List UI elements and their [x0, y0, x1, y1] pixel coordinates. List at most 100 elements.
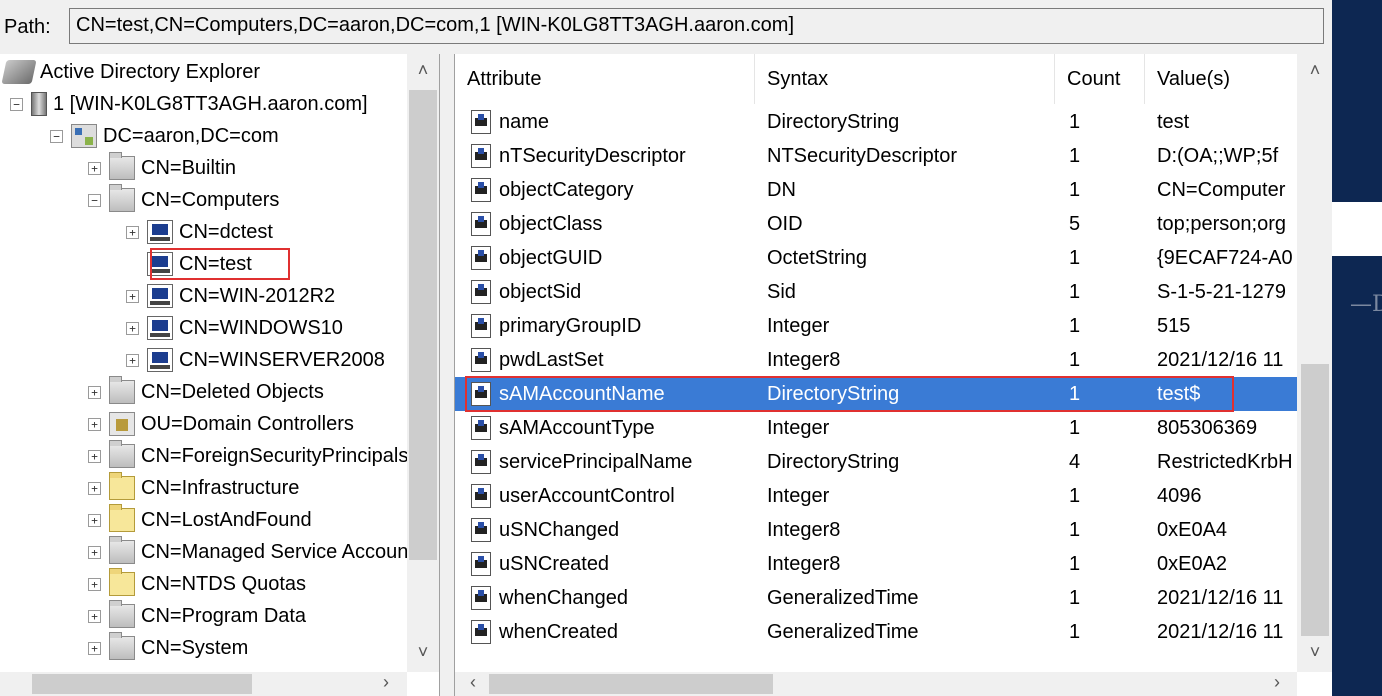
attribute-icon — [471, 416, 491, 440]
attribute-row[interactable]: objectCategory DN 1 CN=Computer — [455, 173, 1297, 207]
tree-node[interactable]: + CN=System — [88, 632, 248, 664]
attribute-value: 2021/12/16 11 — [1157, 349, 1284, 371]
expand-icon[interactable]: + — [88, 609, 101, 623]
folder-icon — [109, 536, 135, 564]
attribute-row[interactable]: uSNChanged Integer8 1 0xE0A4 — [455, 513, 1297, 547]
attribute-count: 1 — [1069, 349, 1081, 371]
column-header-syntax[interactable]: Syntax — [755, 54, 1055, 104]
yellow-folder-icon — [109, 504, 135, 532]
attribute-value: 0xE0A4 — [1157, 519, 1228, 541]
tree-node-label: CN=dctest — [179, 220, 273, 243]
attribute-name: objectGUID — [499, 247, 603, 269]
expand-icon[interactable]: + — [126, 225, 139, 239]
tree-horizontal-scrollbar[interactable]: › — [0, 672, 407, 696]
tree-connection[interactable]: − 1 [WIN-K0LG8TT3AGH.aaron.com] — [10, 88, 368, 120]
path-label: Path: — [4, 16, 51, 38]
path-input[interactable]: CN=test,CN=Computers,DC=aaron,DC=com,1 [… — [69, 8, 1324, 44]
expand-icon[interactable]: + — [88, 417, 101, 431]
ad-explorer-window: Path: CN=test,CN=Computers,DC=aaron,DC=c… — [0, 0, 1332, 696]
folder-icon — [109, 184, 135, 212]
tree-node-label: CN=Managed Service Accounts — [141, 540, 424, 563]
attribute-syntax: DirectoryString — [767, 111, 900, 133]
tree-root[interactable]: Active Directory Explorer — [1, 56, 260, 88]
list-vertical-scrollbar[interactable]: ˄ ˅ — [1297, 54, 1332, 672]
expand-icon[interactable]: + — [88, 641, 101, 655]
attribute-row[interactable]: uSNCreated Integer8 1 0xE0A2 — [455, 547, 1297, 581]
column-header-count[interactable]: Count — [1055, 54, 1145, 104]
attribute-count: 1 — [1069, 145, 1081, 167]
expand-icon[interactable]: + — [88, 481, 101, 495]
expand-icon[interactable]: + — [88, 577, 101, 591]
tree-domain[interactable]: − DC=aaron,DC=com — [50, 120, 279, 152]
tree-node[interactable]: + CN=Managed Service Accounts — [88, 536, 424, 568]
scroll-left-icon[interactable]: ‹ — [459, 672, 487, 693]
scroll-up-icon[interactable]: ˄ — [409, 60, 437, 81]
tree-node[interactable]: + CN=WIN-2012R2 — [126, 280, 335, 312]
expand-icon[interactable]: + — [88, 449, 101, 463]
attribute-row[interactable]: primaryGroupID Integer 1 515 — [455, 309, 1297, 343]
tree-node[interactable]: + CN=ForeignSecurityPrincipals — [88, 440, 408, 472]
scroll-right-icon[interactable]: › — [1263, 672, 1291, 693]
attribute-row[interactable]: sAMAccountType Integer 1 805306369 — [455, 411, 1297, 445]
attribute-syntax: GeneralizedTime — [767, 587, 919, 609]
tree-node[interactable]: + CN=Deleted Objects — [88, 376, 324, 408]
tree-node[interactable]: − CN=Computers — [88, 184, 279, 216]
tree-node[interactable]: + CN=WINDOWS10 — [126, 312, 343, 344]
attribute-syntax: DN — [767, 179, 796, 201]
expand-icon[interactable]: + — [126, 321, 139, 335]
expand-icon[interactable]: + — [126, 353, 139, 367]
list-horizontal-scrollbar[interactable]: ‹ › — [455, 672, 1297, 696]
expand-icon[interactable]: + — [88, 161, 101, 175]
tree-vertical-scrollbar[interactable]: ˄ ˅ — [407, 54, 439, 672]
attribute-row[interactable]: objectClass OID 5 top;person;org — [455, 207, 1297, 241]
tree-hscroll-thumb[interactable] — [32, 674, 252, 694]
tree-node[interactable]: + OU=Domain Controllers — [88, 408, 354, 440]
attribute-count: 1 — [1069, 179, 1081, 201]
attribute-name: pwdLastSet — [499, 349, 604, 371]
attribute-icon — [471, 110, 491, 134]
tree-node[interactable]: + CN=Builtin — [88, 152, 236, 184]
attribute-row[interactable]: nTSecurityDescriptor NTSecurityDescriptor… — [455, 139, 1297, 173]
list-vscroll-thumb[interactable] — [1301, 364, 1329, 636]
tree-vscroll-thumb[interactable] — [409, 90, 437, 560]
tree-node[interactable]: + CN=NTDS Quotas — [88, 568, 306, 600]
attribute-count: 1 — [1069, 247, 1081, 269]
attribute-row[interactable]: whenChanged GeneralizedTime 1 2021/12/16 11 — [455, 581, 1297, 615]
attribute-count: 1 — [1069, 281, 1081, 303]
expand-icon[interactable]: + — [126, 289, 139, 303]
expand-icon[interactable]: + — [88, 385, 101, 399]
scroll-down-icon[interactable]: ˅ — [409, 642, 437, 663]
attribute-row[interactable]: userAccountControl Integer 1 4096 — [455, 479, 1297, 513]
scroll-down-icon[interactable]: ˅ — [1301, 642, 1329, 663]
attribute-row[interactable]: name DirectoryString 1 test — [455, 105, 1297, 139]
scroll-up-icon[interactable]: ˄ — [1301, 60, 1329, 81]
expand-icon[interactable]: + — [88, 545, 101, 559]
attribute-row[interactable]: servicePrincipalName DirectoryString 4 Rest… — [455, 445, 1297, 479]
attribute-value: RestrictedKrbH — [1157, 451, 1293, 473]
attribute-icon — [471, 450, 491, 474]
attribute-row[interactable]: pwdLastSet Integer8 1 2021/12/16 11 — [455, 343, 1297, 377]
attribute-row[interactable]: objectGUID OctetString 1 {9ECAF724-A0 — [455, 241, 1297, 275]
collapse-icon[interactable]: − — [10, 97, 23, 111]
tree-node[interactable]: + CN=LostAndFound — [88, 504, 312, 536]
column-header-attribute[interactable]: Attribute — [455, 54, 755, 104]
folder-icon — [109, 376, 135, 404]
collapse-icon[interactable]: − — [50, 129, 63, 143]
attribute-row[interactable]: whenCreated GeneralizedTime 1 2021/12/16 11 — [455, 615, 1297, 649]
tree-node[interactable]: + CN=Program Data — [88, 600, 306, 632]
attribute-count: 1 — [1069, 587, 1081, 609]
ou-icon — [109, 412, 135, 436]
attribute-icon — [471, 348, 491, 372]
expand-icon[interactable]: + — [88, 513, 101, 527]
attribute-icon — [471, 620, 491, 644]
column-header-values[interactable]: Value(s) — [1145, 54, 1297, 104]
tree-node[interactable]: + CN=Infrastructure — [88, 472, 299, 504]
attribute-row[interactable]: objectSid Sid 1 S-1-5-21-1279 — [455, 275, 1297, 309]
list-hscroll-thumb[interactable] — [489, 674, 773, 694]
tree-node[interactable]: + CN=WINSERVER2008 — [126, 344, 385, 376]
tree-node[interactable]: + CN=dctest — [126, 216, 273, 248]
collapse-icon[interactable]: − — [88, 193, 101, 207]
scroll-right-icon[interactable]: › — [372, 672, 400, 693]
computer-icon — [147, 348, 173, 372]
attribute-count: 1 — [1069, 417, 1081, 439]
